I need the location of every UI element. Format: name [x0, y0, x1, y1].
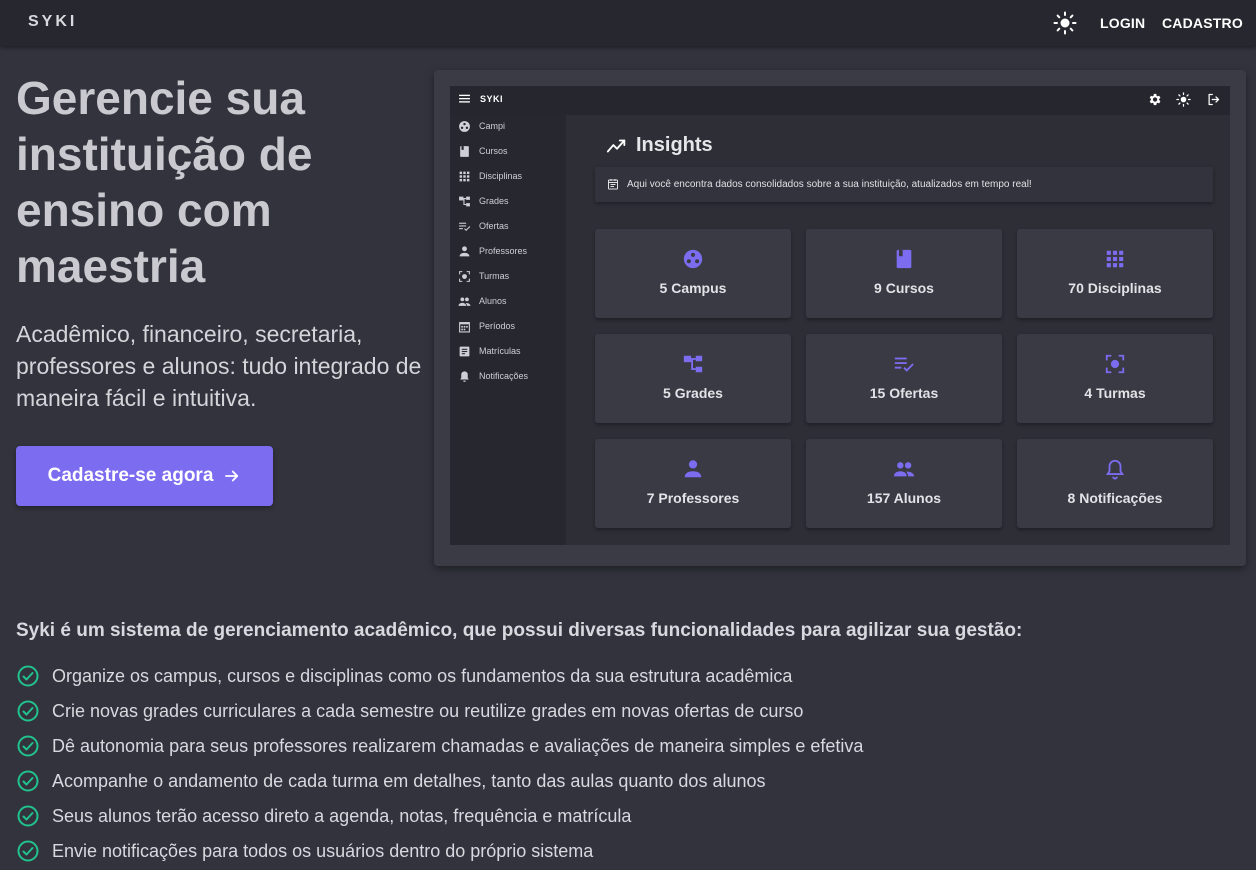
hero-title: Gerencie sua instituição de ensino com m…	[16, 72, 313, 292]
top-nav: SYKI LOGIN CADASTRO	[0, 0, 1256, 46]
preview-main: Insights Aqui você encontra dados consol…	[566, 115, 1230, 545]
sun-icon[interactable]	[1176, 92, 1191, 107]
sidebar-item-label: Notificações	[479, 371, 529, 381]
stat-card-label: 4 Turmas	[1084, 385, 1146, 401]
focus-icon	[1105, 354, 1125, 374]
stat-card-label: 5 Grades	[663, 385, 723, 401]
book-icon	[460, 146, 469, 157]
feature-text: Crie novas grades curriculares a cada se…	[52, 701, 804, 721]
document-icon	[459, 346, 470, 357]
sidebar-item-matriculas[interactable]: Matrículas	[450, 342, 566, 362]
sidebar-item-label: Períodos	[479, 321, 516, 331]
sidebar-item-label: Alunos	[479, 296, 507, 306]
sidebar-item-alunos[interactable]: Alunos	[450, 292, 566, 312]
stat-card-label: 8 Notificações	[1067, 490, 1163, 506]
check-circle-icon	[17, 665, 39, 687]
login-link[interactable]: LOGIN	[1100, 15, 1145, 31]
campus-icon	[683, 249, 703, 269]
sidebar-item-notificacoes[interactable]: Notificações	[450, 367, 566, 387]
info-text: Aqui você encontra dados consolidados so…	[627, 179, 1032, 190]
stat-card-grades[interactable]: 5 Grades	[595, 334, 791, 423]
stat-card-notificacoes[interactable]: 8 Notificações	[1017, 439, 1213, 528]
feature-text: Organize os campus, cursos e disciplinas…	[52, 666, 793, 686]
signup-link[interactable]: CADASTRO	[1162, 15, 1243, 31]
check-circle-icon	[17, 735, 39, 757]
preview-app-bar: SYKI	[450, 86, 1230, 115]
campus-icon	[459, 121, 470, 132]
checklist-icon	[894, 357, 914, 372]
app-preview: SYKI Campi Cursos Disciplinas Grades Ofe…	[434, 70, 1246, 566]
preview-brand: SYKI	[480, 94, 504, 104]
sidebar-item-disciplinas[interactable]: Disciplinas	[450, 167, 566, 187]
features-intro: Syki é um sistema de gerenciamento acadê…	[16, 620, 1023, 641]
person-icon	[684, 460, 702, 478]
stat-card-label: 5 Campus	[659, 280, 727, 296]
signup-cta-button[interactable]: Cadastre-se agora	[16, 446, 273, 506]
sidebar-item-turmas[interactable]: Turmas	[450, 267, 566, 287]
arrow-right-icon	[225, 470, 239, 482]
stat-card-disciplinas[interactable]: 70 Disciplinas	[1017, 229, 1213, 318]
calendar-note-icon	[608, 179, 618, 190]
stat-card-label: 9 Cursos	[874, 280, 934, 296]
check-circle-icon	[17, 770, 39, 792]
calendar-icon	[459, 322, 470, 333]
person-icon	[459, 246, 470, 257]
preview-sidebar: Campi Cursos Disciplinas Grades Ofertas …	[450, 115, 566, 545]
info-banner: Aqui você encontra dados consolidados so…	[595, 167, 1213, 202]
tree-icon	[459, 196, 470, 207]
hero-subtitle: Acadêmico, financeiro, secretaria, profe…	[16, 321, 422, 411]
stat-card-cursos[interactable]: 9 Cursos	[806, 229, 1002, 318]
cta-label: Cadastre-se agora	[47, 465, 214, 486]
check-circle-icon	[17, 700, 39, 722]
insights-heading: Insights	[606, 134, 713, 157]
sidebar-item-professores[interactable]: Professores	[450, 242, 566, 262]
feature-text: Dê autonomia para seus professores reali…	[52, 736, 864, 756]
focus-icon	[459, 271, 470, 282]
stat-card-label: 157 Alunos	[866, 490, 942, 506]
grid-icon	[1106, 250, 1124, 268]
feature-text: Envie notificações para todos os usuário…	[52, 841, 594, 861]
check-circle-icon	[17, 805, 39, 827]
stat-card-label: 7 Professores	[646, 490, 740, 506]
sidebar-item-label: Ofertas	[479, 221, 509, 231]
stat-card-label: 70 Disciplinas	[1068, 280, 1162, 296]
stat-card-professores[interactable]: 7 Professores	[595, 439, 791, 528]
menu-icon[interactable]	[458, 92, 471, 105]
tree-icon	[683, 355, 703, 373]
sidebar-item-label: Grades	[479, 196, 509, 206]
stat-card-turmas[interactable]: 4 Turmas	[1017, 334, 1213, 423]
stat-card-ofertas[interactable]: 15 Ofertas	[806, 334, 1002, 423]
sidebar-item-ofertas[interactable]: Ofertas	[450, 217, 566, 237]
stat-card-label: 15 Ofertas	[869, 385, 939, 401]
logout-icon[interactable]	[1206, 92, 1221, 107]
sidebar-item-periodos[interactable]: Períodos	[450, 317, 566, 337]
insights-title: Insights	[636, 134, 713, 156]
sidebar-item-cursos[interactable]: Cursos	[450, 142, 566, 162]
brand-logo[interactable]: SYKI	[28, 13, 77, 31]
gear-icon[interactable]	[1147, 92, 1162, 107]
book-icon	[896, 249, 912, 269]
checklist-icon	[459, 222, 471, 232]
sidebar-item-campi[interactable]: Campi	[450, 117, 566, 137]
sidebar-item-label: Turmas	[479, 271, 510, 281]
feature-text: Acompanhe o andamento de cada turma em d…	[52, 771, 766, 791]
sun-icon[interactable]	[1053, 11, 1077, 35]
group-icon	[458, 297, 471, 306]
sidebar-item-label: Cursos	[479, 146, 508, 156]
group-icon	[893, 462, 915, 477]
stat-card-campus[interactable]: 5 Campus	[595, 229, 791, 318]
trending-up-icon	[606, 139, 626, 152]
sidebar-item-label: Disciplinas	[479, 171, 523, 181]
check-circle-icon	[17, 840, 39, 862]
grid-icon	[459, 171, 470, 182]
sidebar-item-label: Matrículas	[479, 346, 521, 356]
sidebar-item-label: Professores	[479, 246, 528, 256]
feature-text: Seus alunos terão acesso direto a agenda…	[52, 806, 632, 826]
bell-icon	[460, 371, 469, 382]
sidebar-item-grades[interactable]: Grades	[450, 192, 566, 212]
sidebar-item-label: Campi	[479, 121, 506, 131]
bell-icon	[1105, 459, 1125, 480]
stat-card-alunos[interactable]: 157 Alunos	[806, 439, 1002, 528]
